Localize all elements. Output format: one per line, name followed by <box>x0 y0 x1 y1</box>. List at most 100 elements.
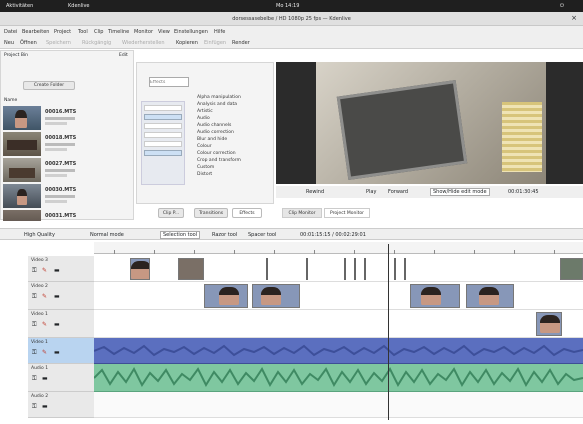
tab-clip-monitor[interactable]: Clip Monitor <box>282 208 322 218</box>
timeline-ruler[interactable] <box>94 242 583 254</box>
create-folder-button[interactable]: Create Folder <box>23 81 75 90</box>
timeline-clip[interactable] <box>204 284 248 308</box>
effects-search-input[interactable] <box>149 77 189 87</box>
bin-clip[interactable]: 00016.MTS <box>3 105 131 131</box>
activities-button[interactable]: Aktivitäten <box>6 3 33 9</box>
monitor-timecode[interactable]: 00:01:30:45 <box>508 189 539 195</box>
mute-icon[interactable]: ▬ <box>42 375 48 382</box>
clock[interactable]: Mo 14:19 <box>276 3 299 9</box>
clip-name: 00027.MTS <box>45 161 77 167</box>
bin-clip[interactable]: 00031.MTS <box>3 209 131 221</box>
effect-category[interactable]: Colour <box>197 144 212 149</box>
bin-clip[interactable]: 00030.MTS <box>3 183 131 209</box>
bin-clip[interactable]: 00027.MTS <box>3 157 131 183</box>
lock-icon[interactable]: ⚿ <box>32 403 37 411</box>
lock-icon[interactable]: ⚿ <box>32 293 37 301</box>
redo-button[interactable]: Wiederherstellen <box>122 40 164 46</box>
clip-properties-tab[interactable]: Clip P... <box>158 208 184 218</box>
effect-category[interactable]: Blur and hide <box>197 137 227 142</box>
timeline-clip[interactable] <box>466 284 514 308</box>
lock-icon[interactable]: ⚿ <box>32 321 37 329</box>
effect-category[interactable]: Custom <box>197 165 214 170</box>
save-button[interactable]: Speichern <box>46 40 71 46</box>
spacer-tool-button[interactable]: Spacer tool <box>248 232 276 238</box>
mute-icon[interactable]: ▬ <box>54 349 60 356</box>
effect-category[interactable]: Colour correction <box>197 151 236 156</box>
menu-item-settings[interactable]: Einstellungen <box>174 29 208 35</box>
eye-icon[interactable]: ▬ <box>54 321 60 328</box>
effect-icon[interactable]: ✎ <box>42 349 47 356</box>
timeline-clip[interactable] <box>536 312 562 336</box>
bin-clip[interactable]: 00018.MTS <box>3 131 131 157</box>
eye-icon[interactable]: ▬ <box>54 267 60 274</box>
playhead[interactable] <box>388 244 389 420</box>
effect-icon[interactable]: ✎ <box>42 267 47 274</box>
track-header-audio-1[interactable]: Audio 1 ⚿ ▬ <box>28 364 94 392</box>
menu-item-view[interactable]: View <box>158 29 170 35</box>
selection-tool-button[interactable]: Selection tool <box>160 231 201 239</box>
quality-select[interactable]: High Quality <box>24 232 55 238</box>
effect-category[interactable]: Audio channels <box>197 123 231 128</box>
track-audio-video[interactable] <box>94 338 583 364</box>
close-icon[interactable]: × <box>571 14 577 22</box>
menu-item-project[interactable]: Project <box>54 29 71 35</box>
rewind-button[interactable]: Rewind <box>306 189 324 195</box>
track-video-3[interactable] <box>94 256 583 282</box>
power-icon[interactable]: ⏻ <box>560 3 564 9</box>
bin-edit-button[interactable]: Edit <box>119 53 128 58</box>
new-button[interactable]: Neu <box>4 40 14 46</box>
lock-icon[interactable]: ⚿ <box>32 349 37 357</box>
edit-mode-select[interactable]: Normal mode <box>90 232 124 238</box>
edit-mode-button[interactable]: Show/Hide edit mode <box>430 188 490 196</box>
track-audio-2[interactable] <box>94 392 583 418</box>
app-menu[interactable]: Kdenlive <box>68 3 90 9</box>
menu-item-tool[interactable]: Tool <box>78 29 88 35</box>
effect-category[interactable]: Alpha manipulation <box>197 95 241 100</box>
razor-tool-button[interactable]: Razor tool <box>212 232 237 238</box>
menu-item-file[interactable]: Datei <box>4 29 17 35</box>
track-header-audio-2[interactable]: Audio 2 ⚿ ▬ <box>28 392 94 418</box>
menu-item-edit[interactable]: Bearbeiten <box>22 29 49 35</box>
open-button[interactable]: Öffnen <box>20 40 37 46</box>
menu-item-help[interactable]: Hilfe <box>214 29 225 35</box>
menu-item-monitor[interactable]: Monitor <box>134 29 153 35</box>
timeline-clip[interactable] <box>410 284 460 308</box>
effect-icon[interactable]: ✎ <box>42 293 47 300</box>
tab-project-monitor[interactable]: Project Monitor <box>324 208 370 218</box>
eye-icon[interactable]: ▬ <box>54 293 60 300</box>
effect-category[interactable]: Audio correction <box>197 130 234 135</box>
track-header-video-1[interactable]: Video 1 ⚿ ✎ ▬ <box>28 310 94 338</box>
copy-button[interactable]: Kopieren <box>176 40 198 46</box>
mute-icon[interactable]: ▬ <box>42 403 48 410</box>
clip-name: 00030.MTS <box>45 187 77 193</box>
play-button[interactable]: Play <box>366 189 376 195</box>
effect-icon[interactable]: ✎ <box>42 321 47 328</box>
track-header-video-3[interactable]: Video 3 ⚿ ✎ ▬ <box>28 256 94 282</box>
track-header-audio-video[interactable]: Video 1 ⚿ ✎ ▬ <box>28 338 94 364</box>
effects-tab[interactable]: Effects <box>232 208 262 218</box>
paste-button[interactable]: Einfügen <box>204 40 226 46</box>
effect-category[interactable]: Artistic <box>197 109 213 114</box>
effect-category[interactable]: Analysis and data <box>197 102 237 107</box>
effect-category[interactable]: Distort <box>197 172 212 177</box>
timeline-clip[interactable] <box>130 258 150 280</box>
track-video-1[interactable] <box>94 310 583 338</box>
lock-icon[interactable]: ⚿ <box>32 375 37 383</box>
forward-button[interactable]: Forward <box>388 189 408 195</box>
timeline-clip[interactable] <box>178 258 204 280</box>
lock-icon[interactable]: ⚿ <box>32 267 37 275</box>
render-button[interactable]: Render <box>232 40 250 46</box>
audio-waveform <box>94 366 583 388</box>
project-monitor[interactable] <box>276 62 583 184</box>
menu-item-clip[interactable]: Clip <box>94 29 103 35</box>
transitions-tab[interactable]: Transitions <box>194 208 228 218</box>
track-audio-1[interactable] <box>94 364 583 392</box>
effect-category[interactable]: Audio <box>197 116 210 121</box>
menu-item-timeline[interactable]: Timeline <box>108 29 129 35</box>
effect-category[interactable]: Crop and transform <box>197 158 241 163</box>
track-header-video-2[interactable]: Video 2 ⚿ ✎ ▬ <box>28 282 94 310</box>
track-video-2[interactable] <box>94 282 583 310</box>
undo-button[interactable]: Rückgängig <box>82 40 111 46</box>
timeline-clip[interactable] <box>560 258 583 280</box>
timeline-clip[interactable] <box>252 284 300 308</box>
